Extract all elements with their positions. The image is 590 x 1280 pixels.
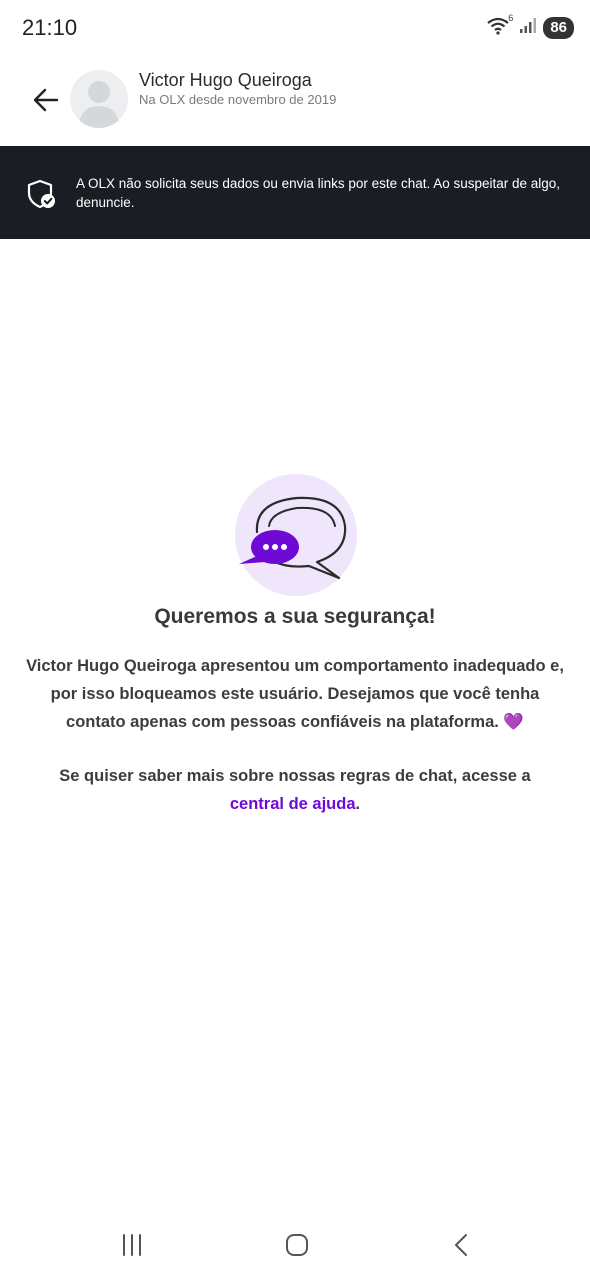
- help-suffix: .: [355, 795, 361, 813]
- help-text: Se quiser saber mais sobre nossas regras…: [20, 762, 570, 818]
- headline: Queremos a sua segurança!: [154, 605, 436, 628]
- recent-apps-icon: [123, 1234, 141, 1256]
- status-bar: 21:10 6 86: [0, 0, 590, 56]
- back-button[interactable]: [28, 82, 64, 118]
- chat-bubbles-illustration: [235, 474, 357, 596]
- status-time: 21:10: [22, 15, 78, 40]
- back-icon: [455, 1234, 467, 1256]
- help-center-link[interactable]: central de ajuda: [230, 795, 356, 813]
- block-message: Victor Hugo Queiroga apresentou um compo…: [26, 657, 564, 731]
- contact-name[interactable]: Victor Hugo Queiroga: [139, 70, 312, 91]
- wifi-badge: 6: [508, 12, 514, 23]
- screen: 21:10 6 86 Victor Hugo Queiroga Na OLX d…: [0, 0, 590, 1280]
- recent-apps-button[interactable]: [112, 1230, 152, 1260]
- banner-text: A OLX não solicita seus dados ou envia l…: [76, 176, 561, 210]
- signal-icon: [519, 16, 537, 39]
- avatar[interactable]: [70, 70, 128, 128]
- status-icons: 6 86: [487, 13, 574, 39]
- home-button[interactable]: [277, 1230, 317, 1260]
- safety-banner: A OLX não solicita seus dados ou envia l…: [0, 146, 590, 239]
- shield-check-icon: [27, 179, 55, 209]
- wifi-icon: 6: [487, 13, 513, 39]
- contact-subtitle: Na OLX desde novembro de 2019: [139, 92, 337, 107]
- help-prefix: Se quiser saber mais sobre nossas regras…: [59, 767, 531, 785]
- nav-back-button[interactable]: [442, 1230, 482, 1260]
- arrow-left-icon: [33, 88, 59, 112]
- home-icon: [286, 1234, 308, 1256]
- battery-indicator: 86: [543, 16, 574, 39]
- chat-header: Victor Hugo Queiroga Na OLX desde novemb…: [0, 60, 590, 144]
- navigation-bar: [0, 1210, 590, 1280]
- chat-bubbles-icon: [239, 496, 347, 580]
- user-placeholder-icon: [78, 81, 120, 128]
